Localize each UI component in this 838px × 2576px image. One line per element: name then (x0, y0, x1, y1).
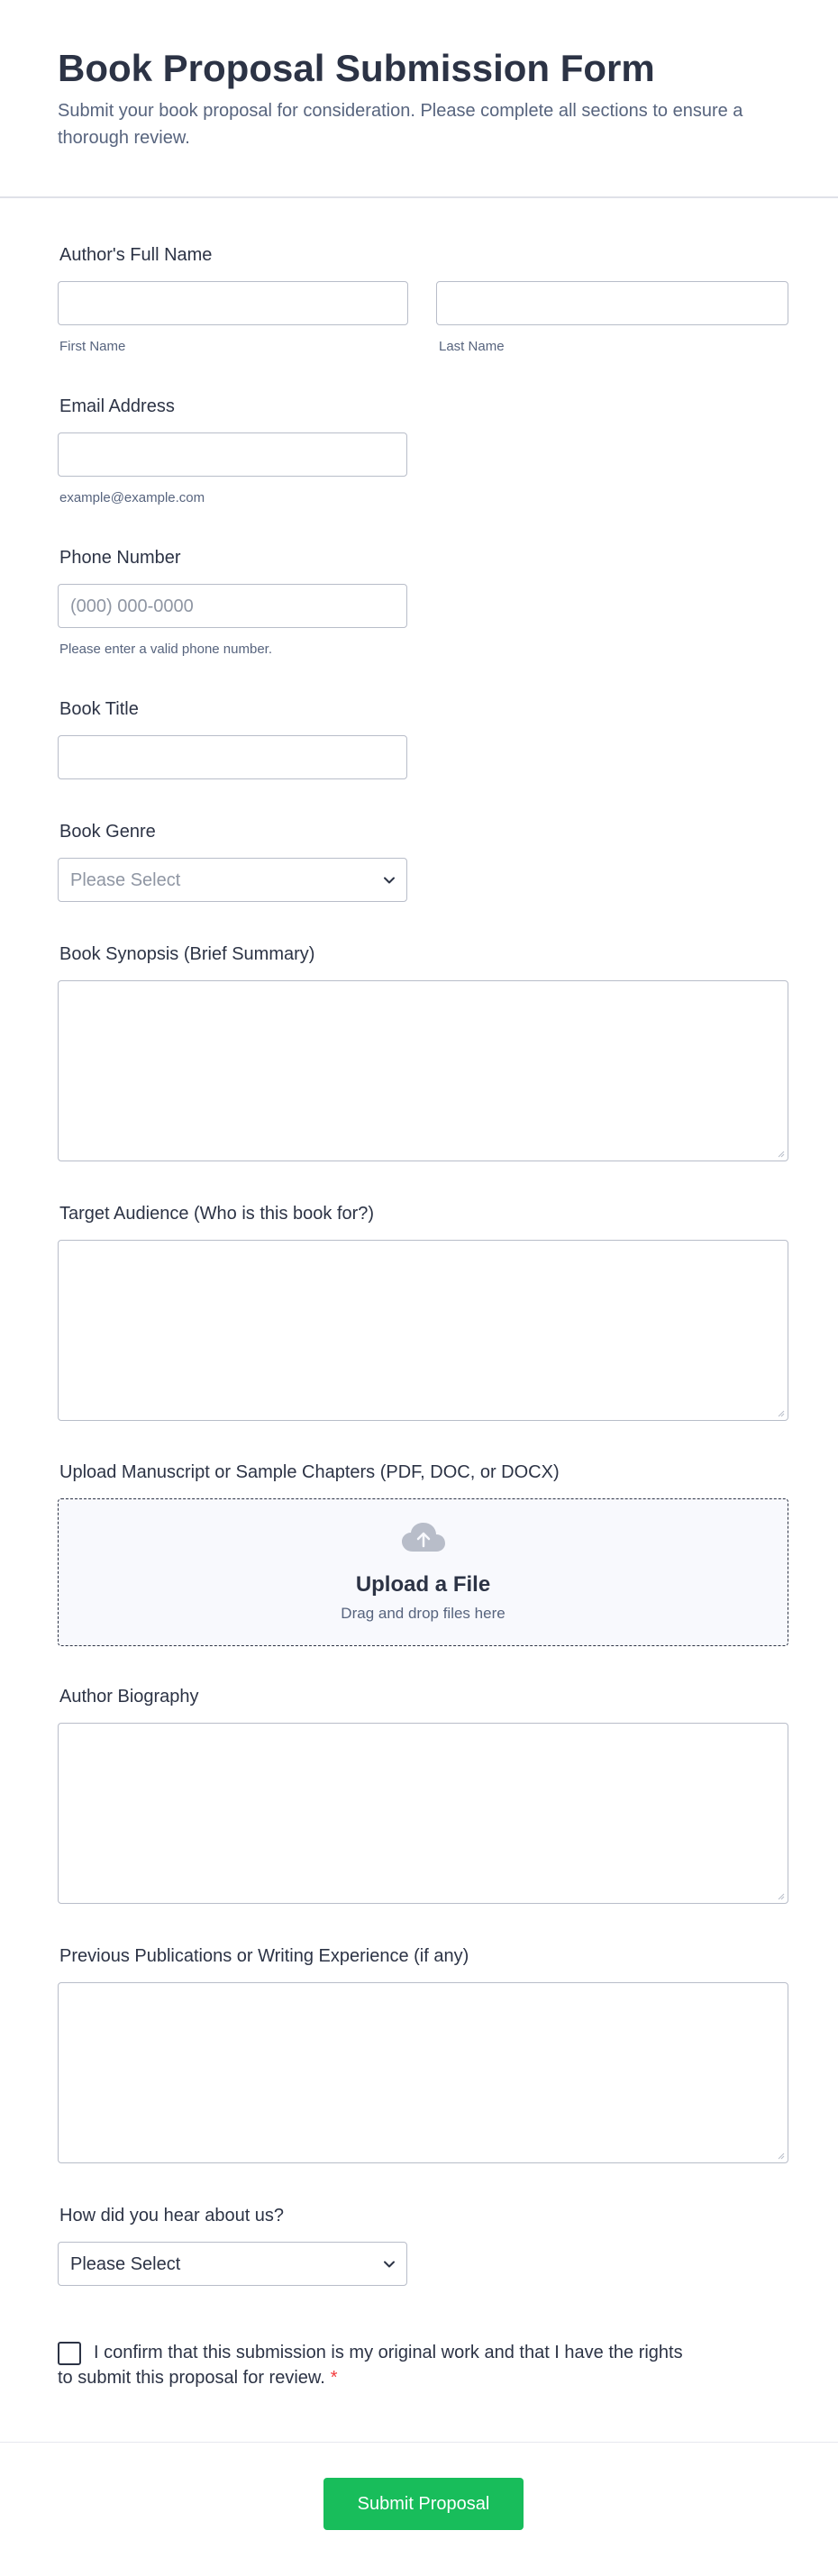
phone-input[interactable]: (000) 000-0000 (58, 584, 407, 628)
audience-textarea[interactable] (58, 1240, 788, 1421)
form-subtitle: Submit your book proposal for considerat… (58, 101, 743, 148)
resize-handle-icon[interactable] (776, 1149, 785, 1158)
biography-label: Author Biography (59, 1687, 199, 1707)
chevron-down-icon (384, 877, 395, 884)
email-sublabel: example@example.com (59, 490, 205, 505)
form-title: Book Proposal Submission Form (58, 47, 655, 89)
upload-label: Upload Manuscript or Sample Chapters (PD… (59, 1462, 560, 1482)
synopsis-textarea[interactable] (58, 980, 788, 1161)
required-asterisk: * (330, 2368, 338, 2388)
resize-handle-icon[interactable] (776, 1408, 785, 1417)
audience-label: Target Audience (Who is this book for?) (59, 1204, 375, 1224)
phone-placeholder: (000) 000-0000 (70, 596, 194, 616)
referral-value: Please Select (70, 2254, 181, 2274)
book-genre-select[interactable]: Please Select (58, 858, 407, 902)
last-name-input[interactable] (436, 281, 788, 325)
first-name-sublabel: First Name (59, 339, 126, 354)
confirm-text: I confirm that this submission is my ori… (58, 2343, 683, 2388)
book-genre-value: Please Select (70, 870, 181, 890)
biography-textarea[interactable] (58, 1723, 788, 1904)
resize-handle-icon[interactable] (776, 2151, 785, 2160)
referral-label: How did you hear about us? (59, 2206, 285, 2226)
cloud-upload-icon (402, 1523, 445, 1552)
email-label: Email Address (59, 396, 175, 416)
publications-textarea[interactable] (58, 1982, 788, 2163)
resize-handle-icon[interactable] (776, 1891, 785, 1900)
referral-select[interactable]: Please Select (58, 2242, 407, 2286)
publications-label: Previous Publications or Writing Experie… (59, 1946, 469, 1966)
form-header: Book Proposal Submission Form Submit you… (0, 0, 838, 198)
phone-sublabel: Please enter a valid phone number. (59, 642, 272, 657)
first-name-input[interactable] (58, 281, 408, 325)
author-name-label: Author's Full Name (59, 245, 213, 265)
phone-label: Phone Number (59, 548, 181, 568)
last-name-sublabel: Last Name (439, 339, 505, 354)
upload-subtitle: Drag and drop files here (341, 1605, 506, 1622)
file-upload-dropzone[interactable]: Upload a File Drag and drop files here (58, 1498, 788, 1646)
chevron-down-icon (384, 2261, 395, 2268)
book-genre-label: Book Genre (59, 822, 156, 842)
email-input[interactable] (58, 432, 407, 477)
confirm-checkbox[interactable] (58, 2342, 81, 2365)
confirm-row: I confirm that this submission is my ori… (58, 2340, 688, 2390)
footer-divider (0, 2442, 838, 2443)
upload-title: Upload a File (355, 1572, 491, 1597)
submit-button[interactable]: Submit Proposal (323, 2478, 524, 2530)
book-title-label: Book Title (59, 699, 139, 719)
confirm-text-wrap: I confirm that this submission is my ori… (58, 2340, 688, 2390)
book-title-input[interactable] (58, 735, 407, 779)
synopsis-label: Book Synopsis (Brief Summary) (59, 944, 315, 964)
